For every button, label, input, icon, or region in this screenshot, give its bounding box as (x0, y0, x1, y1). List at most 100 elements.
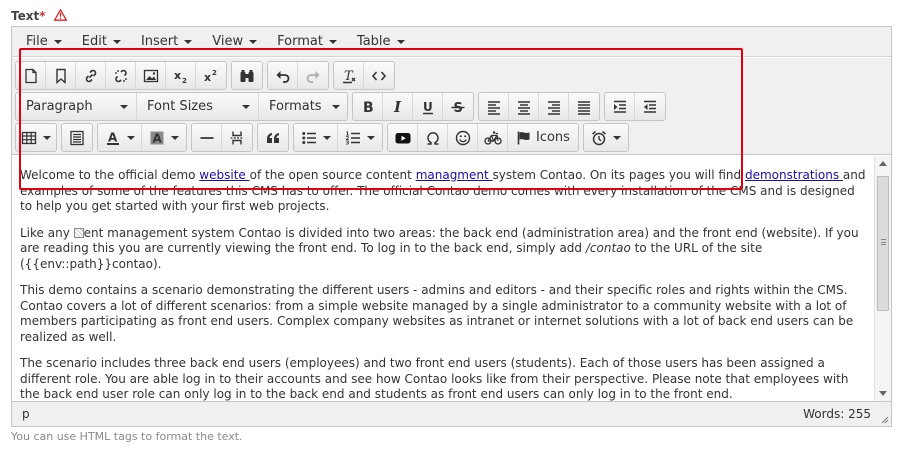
toolbar-group-datetime (582, 123, 629, 152)
caret-down-icon (242, 104, 250, 109)
menu-format[interactable]: Format (267, 27, 347, 57)
svg-text:I: I (393, 99, 402, 115)
caret-down-icon (184, 39, 193, 44)
binoculars-icon (240, 69, 254, 82)
bold-button[interactable]: B (353, 93, 383, 120)
quote-icon (267, 132, 279, 143)
font-size-select[interactable]: Font Sizes (137, 93, 259, 120)
content-link-website[interactable]: website (199, 168, 249, 182)
table-icon (21, 131, 37, 144)
numbered-list-button[interactable]: 123 (338, 124, 382, 151)
scroll-down-icon[interactable] (879, 391, 887, 396)
text-color-icon: A (106, 130, 119, 145)
background-color-icon: A (150, 131, 164, 145)
superscript-button[interactable]: x2 (196, 62, 226, 89)
alarm-clock-icon (591, 130, 606, 145)
missing-glyph-icon (73, 227, 84, 238)
resize-handle-icon[interactable] (879, 414, 889, 424)
align-left-button[interactable] (479, 93, 509, 120)
source-code-button[interactable] (364, 62, 394, 89)
text-color-button[interactable]: A (98, 124, 142, 151)
special-character-button[interactable] (418, 124, 448, 151)
bullet-list-button[interactable] (294, 124, 338, 151)
content-link-demonstrations[interactable]: demonstrations (745, 168, 843, 182)
link-icon (85, 69, 96, 82)
warning-icon (53, 9, 67, 21)
insert-video-button[interactable] (388, 124, 418, 151)
page-break-button[interactable] (222, 124, 252, 151)
insert-cycling-button[interactable] (478, 124, 508, 151)
subscript-button[interactable]: x2 (166, 62, 196, 89)
blockquote-button[interactable] (258, 124, 288, 151)
outdent-button[interactable] (635, 93, 665, 120)
emoticons-button[interactable] (448, 124, 478, 151)
content-scrollbar[interactable] (874, 156, 891, 401)
strikethrough-button[interactable]: S (443, 93, 473, 120)
menu-edit[interactable]: Edit (72, 27, 131, 57)
svg-text:A: A (108, 130, 118, 144)
template-button[interactable] (62, 124, 92, 151)
align-justify-button[interactable] (569, 93, 599, 120)
template-icon (70, 130, 84, 145)
horizontal-rule-button[interactable] (192, 124, 222, 151)
scroll-up-icon[interactable] (879, 161, 887, 166)
toolbar-group-history (267, 61, 329, 90)
new-document-icon (24, 68, 37, 83)
menu-file[interactable]: File (16, 27, 72, 57)
caret-down-icon (322, 135, 331, 140)
svg-text:2: 2 (212, 69, 217, 77)
toolbar-group-clear: T (333, 61, 395, 90)
help-text: You can use HTML tags to format the text… (11, 430, 243, 443)
undo-button[interactable] (268, 62, 298, 89)
remove-link-button[interactable] (106, 62, 136, 89)
underline-button[interactable]: U (413, 93, 443, 120)
formats-select[interactable]: Formats (259, 93, 347, 120)
caret-down-icon (249, 39, 258, 44)
toolbar-group-template (61, 123, 93, 152)
insert-image-button[interactable] (136, 62, 166, 89)
table-button[interactable] (16, 124, 56, 151)
menu-insert[interactable]: Insert (131, 27, 202, 57)
menu-view[interactable]: View (202, 27, 267, 57)
caret-down-icon (43, 135, 51, 140)
toolbar-group-text-style: B I U S (352, 92, 474, 121)
toolbar-group-insert (191, 123, 253, 152)
content-link-managment[interactable]: managment (416, 168, 493, 182)
icons-button[interactable]: Icons (508, 124, 578, 151)
scrollbar-thumb[interactable] (877, 176, 889, 311)
new-document-button[interactable] (16, 62, 46, 89)
caret-down-icon (612, 135, 621, 140)
toolbar-row-2: Paragraph Font Sizes Formats B I U S (15, 92, 670, 121)
align-right-icon (547, 100, 560, 115)
horizontal-rule-icon (200, 136, 213, 139)
svg-text:U: U (423, 100, 433, 114)
caret-down-icon (120, 104, 128, 109)
align-justify-icon (578, 100, 590, 115)
bold-icon: B (363, 100, 374, 115)
insert-datetime-button[interactable] (583, 124, 628, 151)
strikethrough-icon: S (451, 101, 465, 115)
indent-button[interactable] (605, 93, 635, 120)
bookmark-button[interactable] (46, 62, 76, 89)
clear-formatting-button[interactable]: T (334, 62, 364, 89)
align-right-button[interactable] (539, 93, 569, 120)
redo-icon (306, 70, 320, 83)
insert-link-button[interactable] (76, 62, 106, 89)
caret-down-icon (328, 39, 337, 44)
svg-text:3: 3 (346, 140, 350, 146)
smiley-icon (455, 130, 470, 145)
menu-table[interactable]: Table (347, 27, 415, 57)
omega-icon (426, 131, 439, 145)
bicycle-icon (483, 130, 502, 145)
background-color-button[interactable]: A (142, 124, 186, 151)
find-replace-button[interactable] (232, 62, 262, 89)
caret-down-icon (396, 39, 405, 44)
redo-button[interactable] (298, 62, 328, 89)
align-center-button[interactable] (509, 93, 539, 120)
italic-button[interactable]: I (383, 93, 413, 120)
unlink-icon (114, 69, 127, 82)
block-format-select[interactable]: Paragraph (16, 93, 137, 120)
editor-content[interactable]: Welcome to the official demo website of … (12, 156, 874, 401)
caret-down-icon (126, 135, 135, 140)
element-path[interactable]: p (22, 407, 30, 421)
